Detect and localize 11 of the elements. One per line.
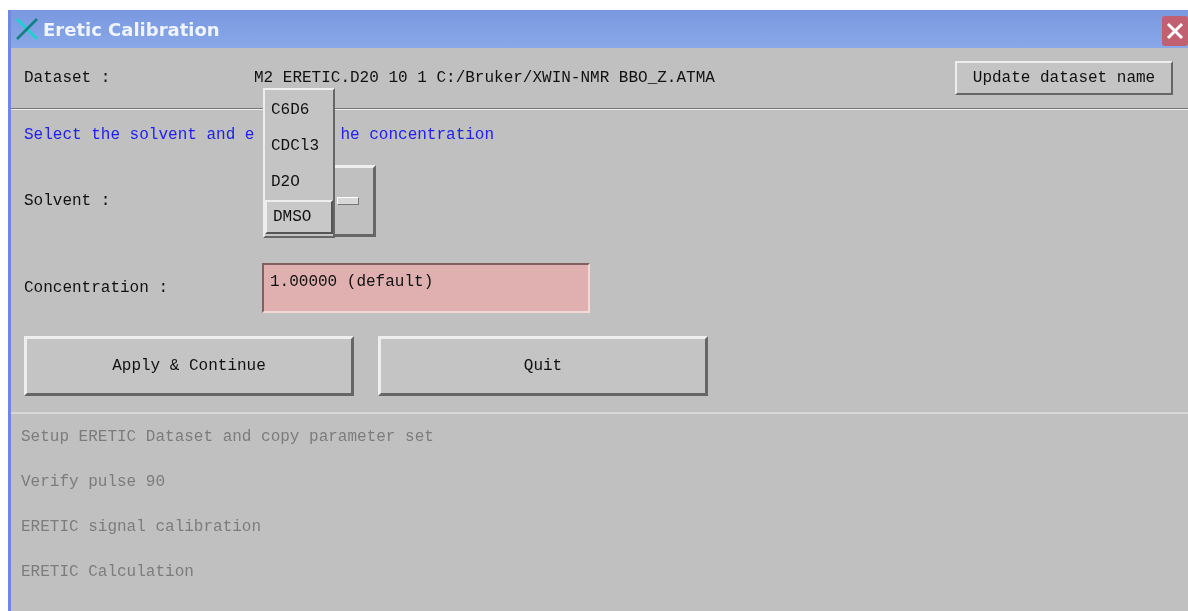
- step-text: Setup ERETIC Dataset and copy parameter set: [21, 428, 435, 448]
- instruction-text: Select the solvent and e: [24, 126, 255, 146]
- window-title: Eretic Calibration: [43, 18, 221, 40]
- dataset-name: M2 ERETIC.D20 10 1 C:/Bruker/XWIN-NMR BBO_Z.ATMA: [254, 69, 716, 87]
- step-text: ERETIC signal calibration: [21, 518, 263, 538]
- dataset-label: Dataset :: [24, 69, 112, 87]
- step-text: ERETIC Calculation: [21, 563, 195, 583]
- instruction-text: he concentration: [340, 126, 495, 146]
- concentration-label: Concentration :: [24, 279, 170, 297]
- solvent-label: Solvent :: [24, 192, 112, 210]
- step-text: Verify pulse 90: [21, 473, 167, 493]
